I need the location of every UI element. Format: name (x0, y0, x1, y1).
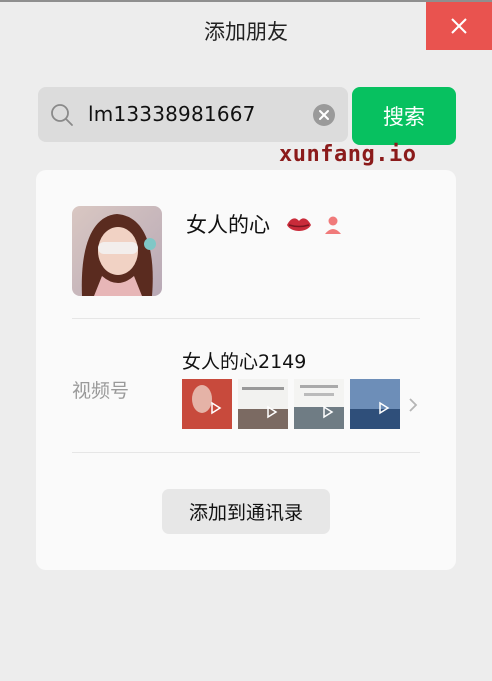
nickname: 女人的心 (186, 213, 270, 237)
channel-account-name[interactable]: 女人的心2149 (182, 347, 306, 374)
channels-label: 视频号 (72, 380, 130, 402)
close-icon (451, 18, 467, 34)
clear-icon[interactable] (312, 103, 336, 127)
search-button[interactable]: 搜索 (352, 87, 456, 145)
search-field[interactable]: lm13338981667 (38, 87, 348, 142)
channel-video-thumbnail[interactable] (238, 379, 288, 429)
channel-video-thumbnail[interactable] (182, 379, 232, 429)
search-icon (51, 104, 73, 126)
divider (72, 318, 420, 319)
window-top-border (0, 0, 492, 2)
search-input[interactable]: lm13338981667 (88, 87, 256, 142)
window-title: 添加朋友 (204, 20, 288, 44)
channel-video-thumbnail[interactable] (294, 379, 344, 429)
channel-video-thumbnail[interactable] (350, 379, 400, 429)
watermark-text: xunfang.io (279, 142, 417, 167)
close-button[interactable] (426, 2, 492, 50)
chevron-right-icon[interactable] (407, 396, 419, 414)
avatar[interactable] (72, 206, 162, 296)
lips-icon (287, 218, 311, 231)
female-icon (325, 216, 341, 234)
divider (72, 452, 420, 453)
add-to-contacts-button[interactable]: 添加到通讯录 (162, 489, 330, 534)
profile-card: 女人的心 视频号 女人的心2149 添加到通讯录 (36, 170, 456, 570)
